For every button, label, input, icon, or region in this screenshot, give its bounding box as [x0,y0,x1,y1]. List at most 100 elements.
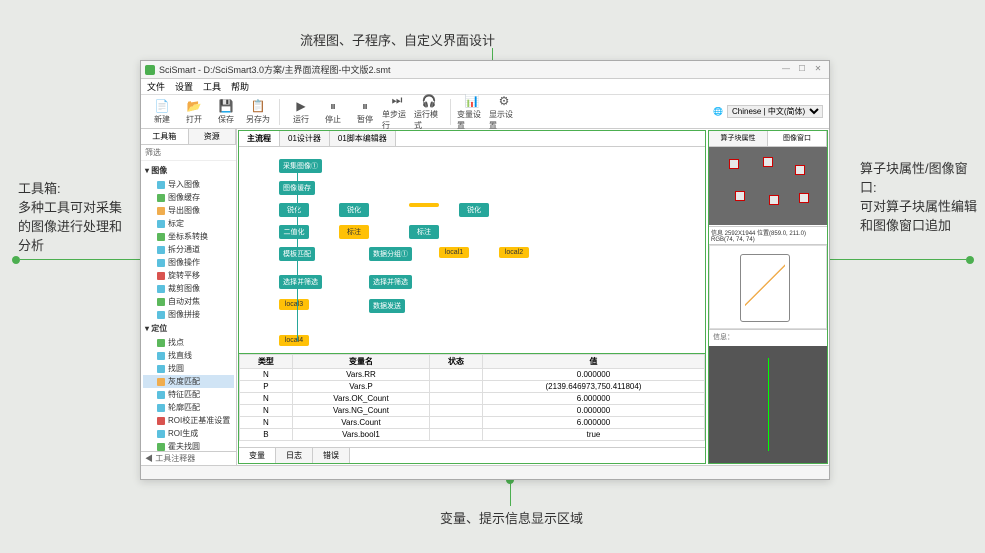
toolbar-icon: ⏸ [325,98,341,114]
flow-node[interactable]: 锐化 [459,203,489,217]
message-label: 信息： [709,329,827,344]
flow-node[interactable]: 选择并筛选 [369,275,412,289]
flow-node[interactable] [409,203,439,207]
tree-item[interactable]: 拆分通道 [143,243,234,256]
table-row[interactable]: BVars.bool1true [240,429,705,441]
tab-block-props[interactable]: 算子块属性 [709,131,768,146]
flow-node[interactable]: local2 [499,247,529,258]
app-window: SciSmart - D:/SciSmart3.0方案/主界面流程图-中文版2.… [140,60,830,480]
tree-item[interactable]: 标定 [143,217,234,230]
flow-node[interactable]: local1 [439,247,469,258]
maximize-button[interactable]: ☐ [795,64,809,76]
tree-item[interactable]: 图像缓存 [143,191,234,204]
tab-mainflow[interactable]: 主流程 [239,131,280,146]
tree-item[interactable]: 轮廓匹配 [143,401,234,414]
image-info: 信息 2592X1944 位置(859.0, 211.0) RGB(74, 74… [709,226,827,245]
image-preview-3[interactable] [709,346,827,463]
close-button[interactable]: ✕ [811,64,825,76]
app-icon [145,65,155,75]
flow-node[interactable]: 标注 [339,225,369,239]
flow-node[interactable]: 二值化 [279,225,309,239]
image-preview-2[interactable] [709,245,827,329]
callout-right-body: 可对算子块属性编辑和图像窗口追加 [860,199,977,233]
flow-node[interactable]: 锐化 [339,203,369,217]
tree-item[interactable]: 导入图像 [143,178,234,191]
flowchart-canvas[interactable]: 采集图像①图像缓存锐化锐化锐化二值化标注标注模板匹配数据分组①local1loc… [239,147,705,353]
tree-item[interactable]: 找直线 [143,349,234,362]
tree-item-icon [157,181,165,189]
variable-table[interactable]: 类型变量名状态值NVars.RR0.000000PVars.P(2139.646… [239,353,705,447]
flow-node[interactable]: local4 [279,335,309,346]
tree-item[interactable]: 灰度匹配 [143,375,234,388]
menu-file[interactable]: 文件 [147,80,165,93]
flow-node[interactable]: 数据分组① [369,247,412,261]
tree-item[interactable]: 找圆 [143,362,234,375]
flow-node[interactable]: local3 [279,299,309,310]
language-select[interactable]: Chinese | 中文(简体) [727,105,823,118]
tree-item[interactable]: 导出图像 [143,204,234,217]
toolbar-运行模式[interactable]: 🎧运行模式 [414,93,444,131]
toolbar-label: 打开 [186,114,202,125]
tab-toolbox[interactable]: 工具箱 [141,129,189,144]
toolbox-tree[interactable]: ▾ 图像导入图像图像缓存导出图像标定坐标系转换拆分通道图像操作旋转平移裁剪图像自… [141,161,236,451]
table-header: 值 [482,355,704,369]
toolbar-另存为[interactable]: 📋另存为 [243,98,273,125]
toolbar-icon: ⏸ [357,98,373,114]
flow-node[interactable]: 数据发送 [369,299,405,313]
toolbar-变量设置[interactable]: 📊变量设置 [457,93,487,131]
menu-settings[interactable]: 设置 [175,80,193,93]
toolbar-label: 暂停 [357,114,373,125]
tree-item[interactable]: 图像拼接 [143,308,234,321]
table-cell: 0.000000 [482,405,704,417]
window-buttons: — ☐ ✕ [779,64,825,76]
tab-designer[interactable]: 01设计器 [280,131,330,146]
tab-variables[interactable]: 变量 [239,448,276,463]
flow-node[interactable]: 选择并筛选 [279,275,322,289]
tree-item[interactable]: ROI生成 [143,427,234,440]
menu-help[interactable]: 帮助 [231,80,249,93]
tab-image-window[interactable]: 图像窗口 [768,131,827,146]
tree-item[interactable]: 旋转平移 [143,269,234,282]
tree-item[interactable]: 特征匹配 [143,388,234,401]
window-title: SciSmart - D:/SciSmart3.0方案/主界面流程图-中文版2.… [159,63,391,76]
tree-item[interactable]: 坐标系转换 [143,230,234,243]
flow-node[interactable]: 标注 [409,225,439,239]
tab-resource[interactable]: 资源 [189,129,237,144]
tree-item-icon [157,246,165,254]
left-footer[interactable]: ◀ 工具注释器 [141,451,236,465]
tree-group[interactable]: ▾ 图像 [143,163,234,178]
toolbar-停止[interactable]: ⏸停止 [318,98,348,125]
table-row[interactable]: NVars.Count6.000000 [240,417,705,429]
image-preview-1[interactable] [709,147,827,225]
toolbar-label: 单步运行 [382,109,412,131]
tree-item-icon [157,339,165,347]
tree-group[interactable]: ▾ 定位 [143,321,234,336]
table-row[interactable]: PVars.P(2139.646973,750.411804) [240,381,705,393]
table-row[interactable]: NVars.OK_Count6.000000 [240,393,705,405]
tree-item[interactable]: 图像操作 [143,256,234,269]
tab-errors[interactable]: 错误 [313,448,350,463]
table-row[interactable]: NVars.RR0.000000 [240,369,705,381]
toolbar-暂停[interactable]: ⏸暂停 [350,98,380,125]
toolbar-label: 停止 [325,114,341,125]
flow-node[interactable]: 采集图像① [279,159,322,173]
toolbar-label: 保存 [218,114,234,125]
toolbar-新建[interactable]: 📄新建 [147,98,177,125]
tab-script[interactable]: 01脚本编辑器 [330,131,396,146]
menu-tools[interactable]: 工具 [203,80,221,93]
tree-item[interactable]: 裁剪图像 [143,282,234,295]
toolbar-运行[interactable]: ▶运行 [286,98,316,125]
table-header: 状态 [430,355,483,369]
flow-node[interactable]: 锐化 [279,203,309,217]
tree-item[interactable]: ROI校正基准设置 [143,414,234,427]
tree-item[interactable]: 自动对焦 [143,295,234,308]
tab-log[interactable]: 日志 [276,448,313,463]
tree-item[interactable]: 找点 [143,336,234,349]
toolbar-打开[interactable]: 📂打开 [179,98,209,125]
minimize-button[interactable]: — [779,64,793,76]
toolbar-保存[interactable]: 💾保存 [211,98,241,125]
toolbar-单步运行[interactable]: ⏭单步运行 [382,93,412,131]
table-row[interactable]: NVars.NG_Count0.000000 [240,405,705,417]
tree-item[interactable]: 霍夫找圆 [143,440,234,451]
toolbar-显示设置[interactable]: ⚙显示设置 [489,93,519,131]
